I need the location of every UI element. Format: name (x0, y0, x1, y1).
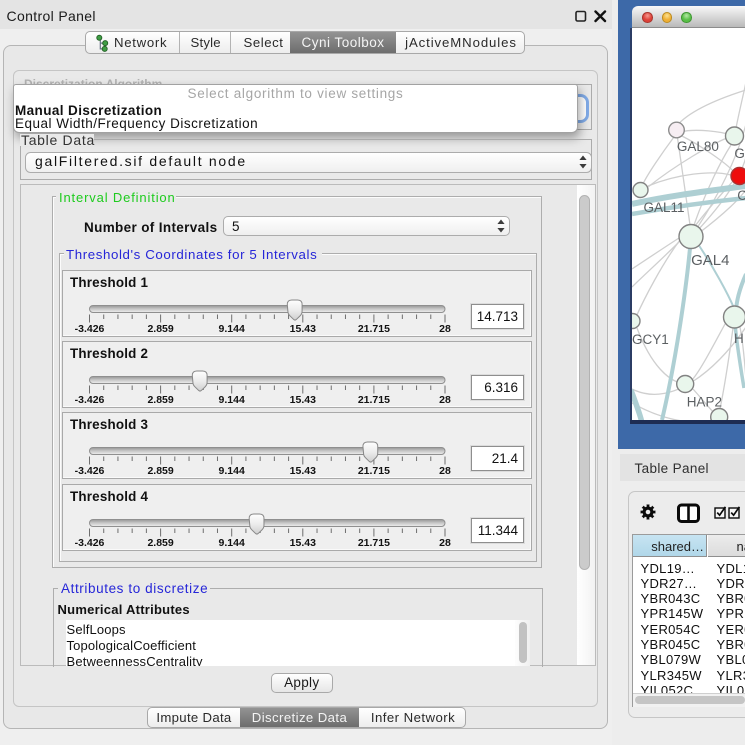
svg-text:GA: GA (734, 146, 745, 161)
svg-text:9.144: 9.144 (219, 537, 245, 549)
svg-text:-3.426: -3.426 (75, 394, 105, 406)
svg-text:9.144: 9.144 (219, 394, 245, 406)
svg-text:2.859: 2.859 (147, 465, 173, 477)
svg-text:15.43: 15.43 (290, 394, 316, 406)
svg-text:GAL80: GAL80 (676, 139, 718, 154)
svg-text:GAL4: GAL4 (691, 252, 729, 269)
svg-text:21.715: 21.715 (358, 323, 390, 335)
svg-text:28: 28 (439, 465, 451, 477)
svg-text:HIS7: HIS7 (734, 331, 745, 346)
svg-text:28: 28 (439, 323, 451, 335)
svg-text:GCY1: GCY1 (632, 332, 669, 347)
svg-text:21.715: 21.715 (358, 465, 390, 477)
svg-text:2.859: 2.859 (147, 537, 173, 549)
svg-text:GAL11: GAL11 (643, 200, 684, 215)
svg-text:-3.426: -3.426 (75, 537, 105, 549)
svg-text:-3.426: -3.426 (75, 465, 105, 477)
svg-text:28: 28 (439, 394, 451, 406)
svg-text:28: 28 (439, 537, 451, 549)
svg-text:15.43: 15.43 (290, 323, 316, 335)
svg-text:21.715: 21.715 (358, 394, 390, 406)
svg-text:2.859: 2.859 (147, 323, 173, 335)
svg-text:15.43: 15.43 (290, 465, 316, 477)
svg-text:-3.426: -3.426 (75, 323, 105, 335)
svg-text:9.144: 9.144 (219, 465, 245, 477)
svg-text:2.859: 2.859 (147, 394, 173, 406)
svg-text:HAP2: HAP2 (686, 395, 721, 410)
svg-text:21.715: 21.715 (358, 537, 390, 549)
svg-text:15.43: 15.43 (290, 537, 316, 549)
svg-text:9.144: 9.144 (219, 323, 245, 335)
svg-text:C: C (737, 188, 745, 203)
